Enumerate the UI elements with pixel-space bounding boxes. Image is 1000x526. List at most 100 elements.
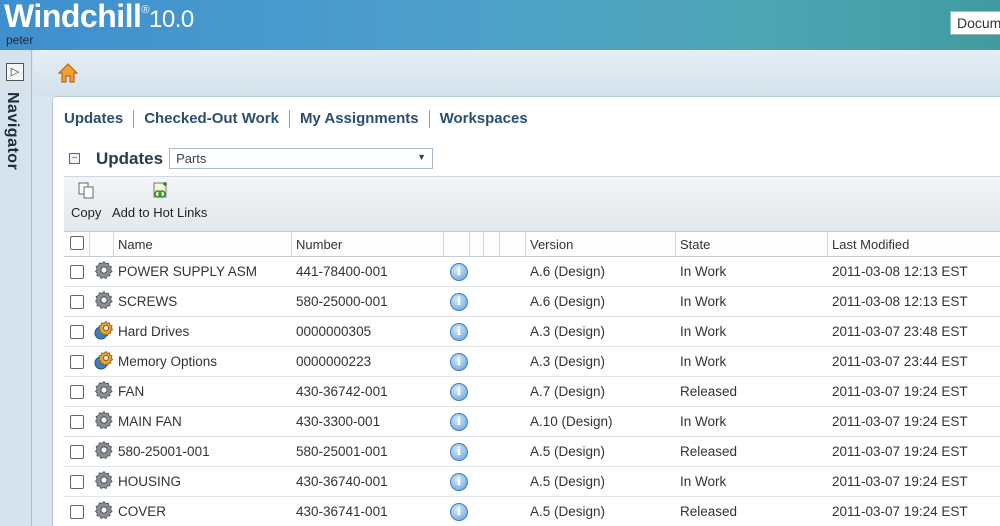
part-name[interactable]: POWER SUPPLY ASM <box>114 264 292 279</box>
row-checkbox-cell <box>64 414 90 429</box>
row-checkbox[interactable] <box>70 384 84 399</box>
info-column-header <box>444 232 470 256</box>
info-icon[interactable]: i <box>450 382 468 401</box>
home-strip <box>33 50 1000 96</box>
navigator-label[interactable]: Navigator <box>3 92 21 170</box>
part-gear-icon <box>90 440 114 463</box>
part-version: A.3 (Design) <box>530 324 606 339</box>
last-modified: 2011-03-08 12:13 EST <box>832 264 968 279</box>
part-name[interactable]: SCREWS <box>114 294 292 309</box>
table-row[interactable]: 580-25001-001 580-25001-001 i A.5 (Design) R… <box>64 437 1000 467</box>
column-header-state[interactable]: State <box>676 232 828 256</box>
part-number: 430-3300-001 <box>296 414 381 429</box>
info-icon[interactable]: i <box>450 352 468 371</box>
column-header-blank <box>500 232 526 256</box>
expand-panel-icon[interactable]: ▷ <box>6 63 24 81</box>
row-checkbox[interactable] <box>70 444 84 459</box>
part-version: A.5 (Design) <box>530 474 606 489</box>
tab-my-assignments[interactable]: My Assignments <box>290 110 430 128</box>
info-icon[interactable]: i <box>450 502 468 521</box>
column-header-name[interactable]: Name <box>114 232 292 256</box>
info-cell: i <box>444 292 470 311</box>
row-checkbox-cell <box>64 264 90 279</box>
select-all-checkbox[interactable] <box>70 236 84 250</box>
last-modified: 2011-03-07 23:48 EST <box>832 324 968 339</box>
part-name[interactable]: FAN <box>114 384 292 399</box>
part-number: 0000000305 <box>296 324 372 339</box>
configurable-part-icon <box>90 350 114 373</box>
column-header-last-modified[interactable]: Last Modified <box>828 232 1000 256</box>
add-to-hot-links-label: Add to Hot Links <box>112 205 208 220</box>
info-icon[interactable]: i <box>450 412 468 431</box>
table-row[interactable]: FAN 430-36742-001 i A.7 (Design) Released 201… <box>64 377 1000 407</box>
icon-column-header <box>90 232 114 256</box>
part-name[interactable]: COVER <box>114 504 292 519</box>
tab-updates[interactable]: Updates <box>64 110 135 128</box>
part-number: 430-36741-001 <box>296 504 388 519</box>
part-version: A.5 (Design) <box>530 504 606 519</box>
table-row[interactable]: Memory Options 0000000223 i A.3 (Design) In … <box>64 347 1000 377</box>
info-icon[interactable]: i <box>450 262 468 281</box>
row-checkbox-cell <box>64 444 90 459</box>
info-icon[interactable]: i <box>450 472 468 491</box>
row-checkbox[interactable] <box>70 354 84 369</box>
toolbar: Copy Add to Hot Links <box>64 176 1000 232</box>
part-version: A.3 (Design) <box>530 354 606 369</box>
app-header: Windchill®10.0 peter Docum <box>0 0 1000 50</box>
part-gear-icon <box>90 290 114 313</box>
row-checkbox[interactable] <box>70 504 84 519</box>
info-icon[interactable]: i <box>450 442 468 461</box>
row-checkbox[interactable] <box>70 324 84 339</box>
home-icon[interactable] <box>57 62 79 84</box>
tab-checked-out-work[interactable]: Checked-Out Work <box>134 110 290 128</box>
part-version: A.6 (Design) <box>530 294 606 309</box>
part-name[interactable]: 580-25001-001 <box>114 444 292 459</box>
row-checkbox[interactable] <box>70 474 84 489</box>
column-header-number[interactable]: Number <box>292 232 444 256</box>
info-icon[interactable]: i <box>450 322 468 341</box>
view-select[interactable]: Parts ▼ <box>169 148 434 169</box>
column-header-blank <box>484 232 500 256</box>
part-number: 441-78400-001 <box>296 264 388 279</box>
part-version: A.6 (Design) <box>530 264 606 279</box>
table-row[interactable]: COVER 430-36741-001 i A.5 (Design) Released 2… <box>64 497 1000 526</box>
copy-button[interactable]: Copy <box>71 181 101 220</box>
tab-bar: Updates Checked-Out Work My Assignments … <box>64 110 538 128</box>
part-name[interactable]: Memory Options <box>114 354 292 369</box>
row-checkbox[interactable] <box>70 414 84 429</box>
part-state: In Work <box>680 474 727 489</box>
table-row[interactable]: HOUSING 430-36740-001 i A.5 (Design) In Work… <box>64 467 1000 497</box>
row-checkbox[interactable] <box>70 294 84 309</box>
table-row[interactable]: MAIN FAN 430-3300-001 i A.10 (Design) In Wor… <box>64 407 1000 437</box>
info-icon[interactable]: i <box>450 292 468 311</box>
part-number: 580-25001-001 <box>296 444 388 459</box>
add-to-hot-links-button[interactable]: Add to Hot Links <box>112 181 207 220</box>
last-modified: 2011-03-07 19:24 EST <box>832 444 968 459</box>
table-row[interactable]: SCREWS 580-25000-001 i A.6 (Design) In Work 2… <box>64 287 1000 317</box>
part-state: Released <box>680 504 738 519</box>
table-row[interactable]: Hard Drives 0000000305 i A.3 (Design) In Wor… <box>64 317 1000 347</box>
column-header-version[interactable]: Version <box>526 232 676 256</box>
table-body: POWER SUPPLY ASM 441-78400-001 i A.6 (Desig… <box>64 257 1000 526</box>
row-checkbox[interactable] <box>70 264 84 279</box>
select-all-cell <box>64 232 90 256</box>
row-checkbox-cell <box>64 294 90 309</box>
tab-workspaces[interactable]: Workspaces <box>430 110 538 128</box>
column-header-blank <box>470 232 484 256</box>
part-state: In Work <box>680 414 727 429</box>
part-name[interactable]: HOUSING <box>114 474 292 489</box>
part-name[interactable]: MAIN FAN <box>114 414 292 429</box>
app-logo: Windchill®10.0 <box>4 0 194 34</box>
part-state: In Work <box>680 294 727 309</box>
section-title: Updates <box>96 148 164 168</box>
part-version: A.7 (Design) <box>530 384 606 399</box>
current-user: peter <box>6 33 34 47</box>
configurable-part-icon <box>90 320 114 343</box>
table-row[interactable]: POWER SUPPLY ASM 441-78400-001 i A.6 (Desig… <box>64 257 1000 287</box>
part-name[interactable]: Hard Drives <box>114 324 292 339</box>
search-input[interactable]: Docum <box>950 11 1000 35</box>
info-cell: i <box>444 442 470 461</box>
collapse-icon[interactable]: − <box>69 153 80 164</box>
part-number: 430-36742-001 <box>296 384 388 399</box>
part-number: 580-25000-001 <box>296 294 388 309</box>
